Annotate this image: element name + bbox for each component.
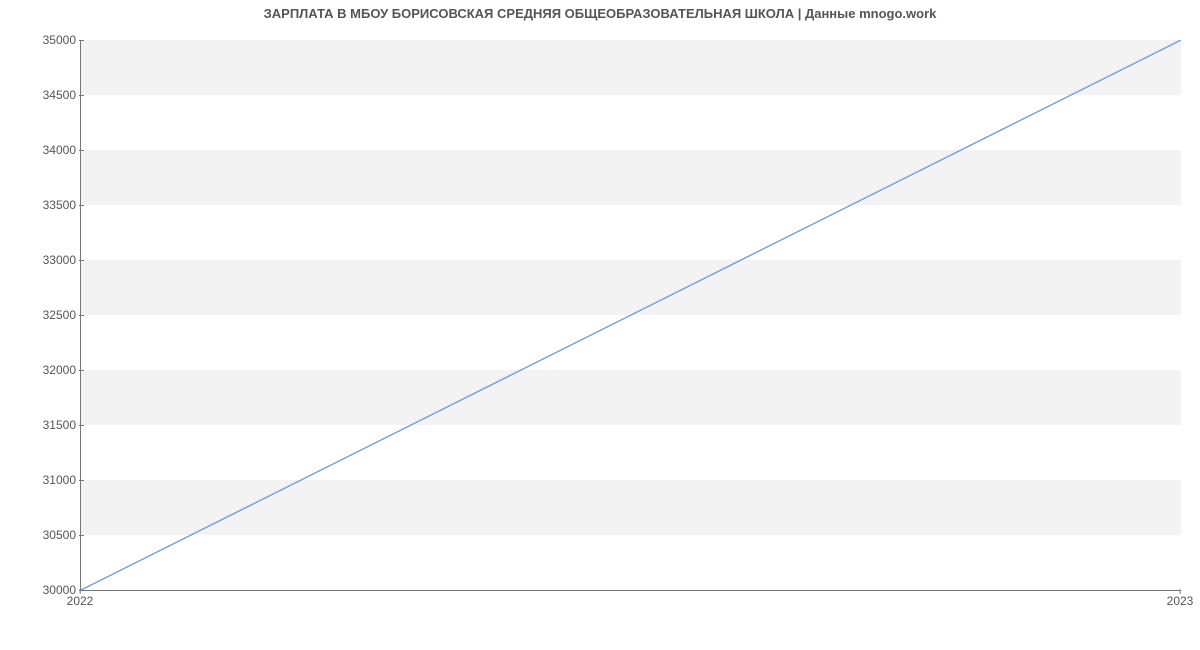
x-tick-label: 2022	[67, 594, 94, 608]
grid-band	[81, 480, 1181, 535]
y-tick-label: 32000	[26, 363, 76, 377]
x-tick-label: 2023	[1167, 594, 1194, 608]
chart-title: ЗАРПЛАТА В МБОУ БОРИСОВСКАЯ СРЕДНЯЯ ОБЩЕ…	[0, 6, 1200, 21]
y-tick-label: 31000	[26, 473, 76, 487]
grid-band	[81, 40, 1181, 95]
plot-area	[80, 40, 1181, 591]
y-tick-label: 34000	[26, 143, 76, 157]
y-tick-label: 33500	[26, 198, 76, 212]
y-tick-label: 31500	[26, 418, 76, 432]
grid-band	[81, 260, 1181, 315]
y-tick-label: 35000	[26, 33, 76, 47]
y-tick-label: 34500	[26, 88, 76, 102]
grid-band	[81, 150, 1181, 205]
y-tick-label: 33000	[26, 253, 76, 267]
grid-band	[81, 370, 1181, 425]
y-tick-label: 30500	[26, 528, 76, 542]
y-tick-label: 32500	[26, 308, 76, 322]
